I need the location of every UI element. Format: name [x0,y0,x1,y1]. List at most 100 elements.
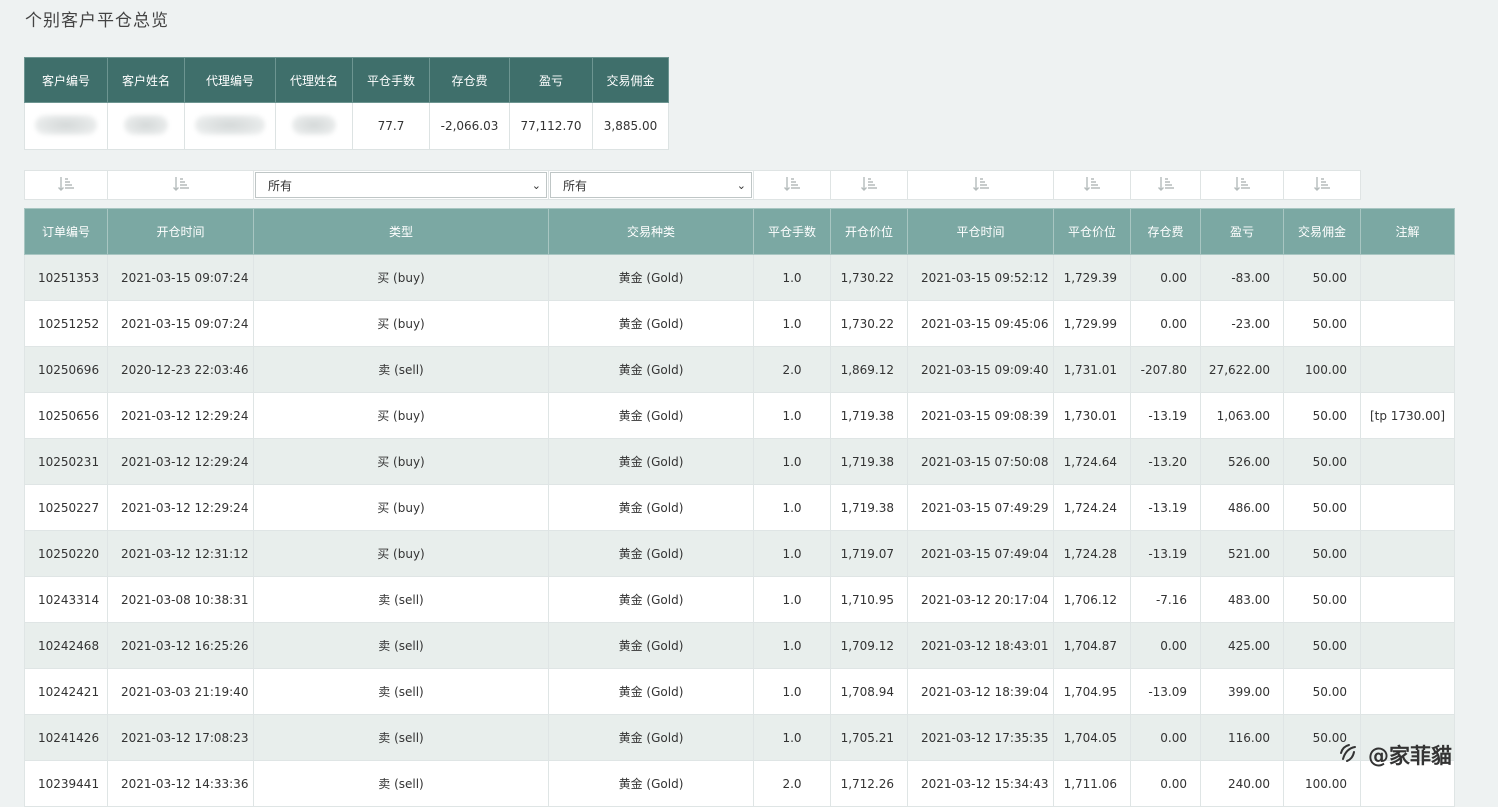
cell-close-price: 1,729.99 [1053,300,1131,347]
cell-note [1360,254,1455,301]
table-row[interactable]: 10242468 2021-03-12 16:25:26 卖 (sell) 黄金 (G… [24,622,1455,669]
cell-close-time: 2021-03-12 18:43:01 [907,622,1054,669]
table-row[interactable]: 10251252 2021-03-15 09:07:24 买 (buy) 黄金 (Go… [24,300,1455,347]
summary-header-lots: 平仓手数 [352,57,430,103]
cell-open-price: 1,709.12 [830,622,908,669]
table-row[interactable]: 10250656 2021-03-12 12:29:24 买 (buy) 黄金 (Go… [24,392,1455,439]
cell-storage-fee: 0.00 [1130,760,1201,807]
cell-open-time: 2021-03-15 09:07:24 [107,254,254,301]
table-row[interactable]: 10250220 2021-03-12 12:31:12 买 (buy) 黄金 (Go… [24,530,1455,577]
cell-symbol: 黄金 (Gold) [548,438,754,485]
header-order-id: 订单编号 [24,208,108,255]
cell-commission: 50.00 [1283,576,1361,623]
cell-symbol: 黄金 (Gold) [548,300,754,347]
cell-open-price: 1,719.38 [830,484,908,531]
sort-icon[interactable] [57,175,75,196]
symbol-select-value: 所有 [563,178,588,193]
table-row[interactable]: 10243314 2021-03-08 10:38:31 卖 (sell) 黄金 (G… [24,576,1455,623]
cell-storage-fee: -13.19 [1130,530,1201,577]
cell-type: 买 (buy) [253,530,549,577]
sort-icon[interactable] [1233,175,1251,196]
sort-lots[interactable] [753,170,831,200]
sort-pnl[interactable] [1200,170,1284,200]
filter-bar: 所有 ⌄ 所有 ⌄ [24,170,1361,200]
header-open-price: 开仓价位 [830,208,908,255]
sort-close-time[interactable] [907,170,1054,200]
sort-icon[interactable] [860,175,878,196]
cell-storage-fee: -207.80 [1130,346,1201,393]
cell-close-time: 2021-03-15 07:49:04 [907,530,1054,577]
cell-open-price: 1,705.21 [830,714,908,761]
table-row[interactable]: 10250231 2021-03-12 12:29:24 买 (buy) 黄金 (Go… [24,438,1455,485]
cell-pnl: 27,622.00 [1200,346,1284,393]
sort-order-id[interactable] [24,170,108,200]
table-row[interactable]: 10251353 2021-03-15 09:07:24 买 (buy) 黄金 (Go… [24,254,1455,301]
type-select[interactable]: 所有 ⌄ [255,172,547,198]
cell-lots: 1.0 [753,530,831,577]
table-row[interactable]: 10250696 2020-12-23 22:03:46 卖 (sell) 黄金 (G… [24,346,1455,393]
type-filter[interactable]: 所有 ⌄ [253,170,549,200]
type-select-value: 所有 [268,178,293,193]
cell-symbol: 黄金 (Gold) [548,392,754,439]
sort-close-price[interactable] [1053,170,1131,200]
cell-pnl: -83.00 [1200,254,1284,301]
cell-note [1360,346,1455,393]
cell-open-price: 1,719.38 [830,438,908,485]
sort-icon[interactable] [783,175,801,196]
sort-open-time[interactable] [107,170,254,200]
summary-lots: 77.7 [352,102,430,150]
cell-close-time: 2021-03-15 07:50:08 [907,438,1054,485]
cell-pnl: -23.00 [1200,300,1284,347]
cell-close-price: 1,706.12 [1053,576,1131,623]
cell-close-time: 2021-03-12 20:17:04 [907,576,1054,623]
table-row[interactable]: 10239441 2021-03-12 14:33:36 卖 (sell) 黄金 (G… [24,760,1455,807]
table-row[interactable]: 10250227 2021-03-12 12:29:24 买 (buy) 黄金 (Go… [24,484,1455,531]
cell-order-id: 10243314 [24,576,108,623]
cell-open-time: 2021-03-12 14:33:36 [107,760,254,807]
cell-order-id: 10242468 [24,622,108,669]
cell-pnl: 1,063.00 [1200,392,1284,439]
sort-icon[interactable] [1313,175,1331,196]
cell-close-price: 1,724.64 [1053,438,1131,485]
sort-commission[interactable] [1283,170,1361,200]
cell-symbol: 黄金 (Gold) [548,760,754,807]
sort-storage-fee[interactable] [1130,170,1201,200]
cell-pnl: 486.00 [1200,484,1284,531]
orders-body: 10251353 2021-03-15 09:07:24 买 (buy) 黄金 (Go… [24,254,1455,807]
sort-icon[interactable] [1157,175,1175,196]
cell-type: 买 (buy) [253,392,549,439]
cell-commission: 50.00 [1283,530,1361,577]
cell-order-id: 10250231 [24,438,108,485]
watermark-text: @家菲貓 [1368,744,1452,768]
cell-commission: 50.00 [1283,484,1361,531]
cell-lots: 1.0 [753,714,831,761]
cell-open-time: 2021-03-12 12:29:24 [107,392,254,439]
symbol-filter[interactable]: 所有 ⌄ [548,170,754,200]
sort-open-price[interactable] [830,170,908,200]
symbol-select[interactable]: 所有 ⌄ [550,172,752,198]
chevron-down-icon: ⌄ [736,178,746,192]
cell-open-price: 1,708.94 [830,668,908,715]
cell-note: [tp 1730.00] [1360,392,1455,439]
chevron-down-icon: ⌄ [531,178,541,192]
cell-type: 卖 (sell) [253,622,549,669]
cell-note [1360,484,1455,531]
cell-type: 卖 (sell) [253,576,549,623]
cell-lots: 2.0 [753,346,831,393]
cell-symbol: 黄金 (Gold) [548,484,754,531]
cell-close-price: 1,729.39 [1053,254,1131,301]
table-row[interactable]: 10242421 2021-03-03 21:19:40 卖 (sell) 黄金 (G… [24,668,1455,715]
sort-icon[interactable] [1083,175,1101,196]
cell-note [1360,530,1455,577]
cell-note [1360,668,1455,715]
table-row[interactable]: 10241426 2021-03-12 17:08:23 卖 (sell) 黄金 (G… [24,714,1455,761]
sort-icon[interactable] [172,175,190,196]
cell-type: 买 (buy) [253,254,549,301]
cell-pnl: 116.00 [1200,714,1284,761]
cell-lots: 1.0 [753,622,831,669]
cell-symbol: 黄金 (Gold) [548,714,754,761]
cell-open-time: 2021-03-12 17:08:23 [107,714,254,761]
cell-close-time: 2021-03-12 15:34:43 [907,760,1054,807]
sort-icon[interactable] [972,175,990,196]
cell-type: 卖 (sell) [253,346,549,393]
